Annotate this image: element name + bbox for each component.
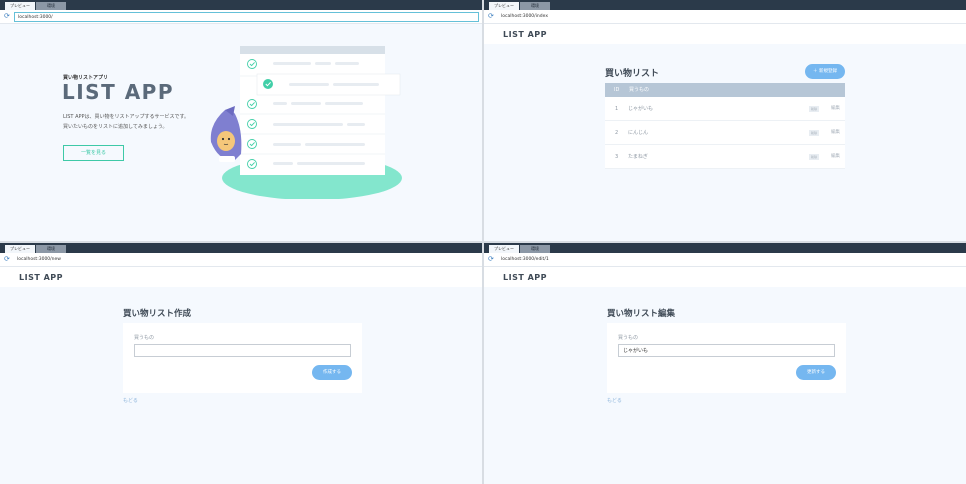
update-button[interactable]: 更新する	[796, 365, 836, 380]
preview-pane-new: プレビュー 環境 ⟳ localhost:3000/new LIST APP 買…	[0, 243, 482, 484]
tab-preview[interactable]: プレビュー	[489, 2, 519, 10]
row-id: 3	[615, 154, 619, 160]
tab-bar: プレビュー 環境	[0, 0, 482, 10]
table-row: 1 じゃがいも 削除 編集	[605, 97, 845, 121]
tab-other[interactable]: 環境	[36, 245, 66, 253]
hero-desc-line-1: LIST APPは、買い物をリストアップするサービスです。	[63, 114, 190, 120]
url-input[interactable]: localhost:3000/	[14, 12, 479, 22]
column-header-id: ID	[614, 87, 620, 93]
tab-bar: プレビュー 環境	[484, 0, 966, 10]
delete-button[interactable]: 削除	[809, 154, 819, 160]
row-name: じゃがいも	[628, 106, 654, 112]
preview-pane-top: プレビュー 環境 ⟳ localhost:3000/ 買い物リストアプリ LIS…	[0, 0, 482, 241]
app-header: LIST APP	[0, 267, 482, 287]
page-title: 買い物リスト	[605, 69, 660, 79]
back-link[interactable]: もどる	[123, 397, 138, 404]
tab-preview[interactable]: プレビュー	[5, 2, 35, 10]
back-link[interactable]: もどる	[607, 397, 622, 404]
edit-link[interactable]: 編集	[831, 121, 840, 145]
url-input[interactable]: localhost:3000/new	[14, 255, 479, 265]
address-bar: ⟳ localhost:3000/edit/1	[484, 253, 966, 267]
item-name-input[interactable]	[618, 344, 835, 357]
edit-link[interactable]: 編集	[831, 145, 840, 169]
hero-title: LIST APP	[62, 80, 174, 104]
app-title[interactable]: LIST APP	[503, 30, 547, 39]
table-header: ID 買うもの	[605, 83, 845, 97]
tab-preview[interactable]: プレビュー	[5, 245, 35, 253]
table-row: 2 にんじん 削除 編集	[605, 121, 845, 145]
url-input[interactable]: localhost:3000/edit/1	[498, 255, 963, 265]
delete-button[interactable]: 削除	[809, 130, 819, 136]
shopping-list-table: ID 買うもの 1 じゃがいも 削除 編集 2 にんじん 削除 編集 3 たまね…	[605, 83, 845, 169]
hero-description: LIST APPは、買い物をリストアップするサービスです。 買いたいものをリスト…	[63, 112, 203, 132]
address-bar: ⟳ localhost:3000/new	[0, 253, 482, 267]
tab-bar: プレビュー 環境	[0, 243, 482, 253]
edit-link[interactable]: 編集	[831, 97, 840, 121]
tab-preview[interactable]: プレビュー	[489, 245, 519, 253]
reload-icon[interactable]: ⟳	[488, 256, 494, 263]
mascot-icon	[210, 106, 242, 162]
tab-other[interactable]: 環境	[520, 2, 550, 10]
preview-pane-index: プレビュー 環境 ⟳ localhost:3000/index LIST APP…	[484, 0, 966, 241]
column-header-name: 買うもの	[629, 87, 650, 93]
url-input[interactable]: localhost:3000/index	[498, 12, 963, 22]
item-label: 買うもの	[134, 335, 155, 341]
item-label: 買うもの	[618, 335, 639, 341]
new-item-button[interactable]: ＋ 新規登録	[805, 64, 845, 79]
create-form: 買うもの 作成する	[123, 323, 362, 393]
edit-form: 買うもの 更新する	[607, 323, 846, 393]
row-id: 2	[615, 130, 619, 136]
reload-icon[interactable]: ⟳	[488, 13, 494, 20]
address-bar: ⟳ localhost:3000/	[0, 10, 482, 24]
row-name: たまねぎ	[628, 154, 648, 160]
table-row: 3 たまねぎ 削除 編集	[605, 145, 845, 169]
tab-bar: プレビュー 環境	[484, 243, 966, 253]
reload-icon[interactable]: ⟳	[4, 13, 10, 20]
create-button[interactable]: 作成する	[312, 365, 352, 380]
hero-desc-line-2: 買いたいものをリストに追加してみましょう。	[63, 124, 168, 130]
reload-icon[interactable]: ⟳	[4, 256, 10, 263]
page-title: 買い物リスト編集	[607, 309, 676, 319]
app-header: LIST APP	[484, 24, 966, 44]
app-title[interactable]: LIST APP	[19, 273, 63, 282]
delete-button[interactable]: 削除	[809, 106, 819, 112]
row-name: にんじん	[628, 130, 649, 136]
tab-other[interactable]: 環境	[520, 245, 550, 253]
tab-other[interactable]: 環境	[36, 2, 66, 10]
item-name-input[interactable]	[134, 344, 351, 357]
checklist-illustration	[210, 46, 402, 199]
preview-pane-edit: プレビュー 環境 ⟳ localhost:3000/edit/1 LIST AP…	[484, 243, 966, 484]
row-id: 1	[615, 106, 619, 112]
address-bar: ⟳ localhost:3000/index	[484, 10, 966, 24]
app-header: LIST APP	[484, 267, 966, 287]
page-title: 買い物リスト作成	[123, 309, 192, 319]
view-list-button[interactable]: 一覧を見る	[63, 145, 124, 161]
app-title[interactable]: LIST APP	[503, 273, 547, 282]
